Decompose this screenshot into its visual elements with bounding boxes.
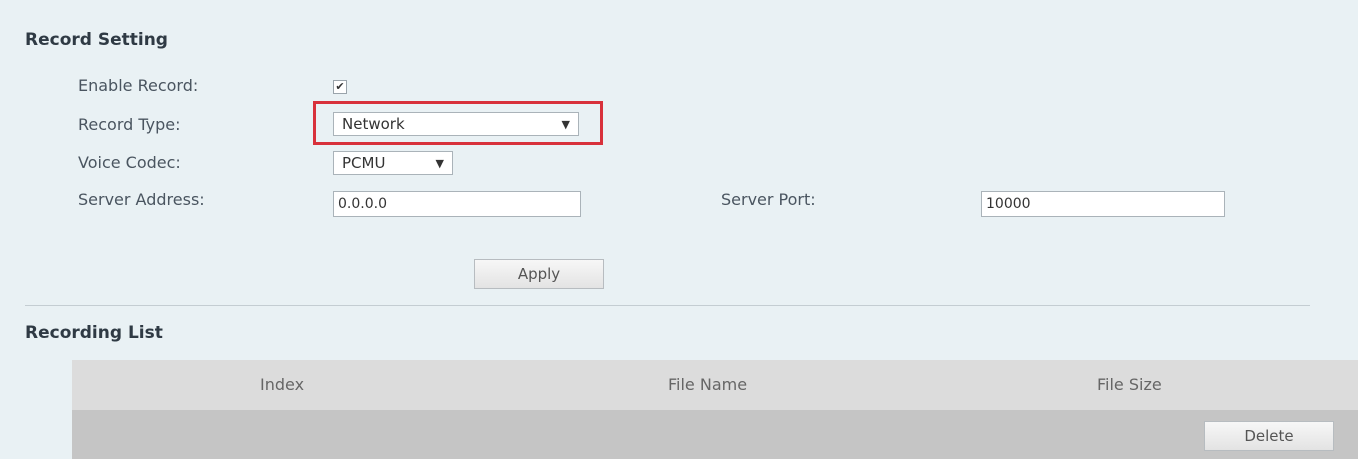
checkmark-icon: ✔ — [335, 80, 345, 93]
server-port-label: Server Port: — [721, 190, 816, 209]
recording-list-actions-row: Delete — [72, 410, 1358, 459]
section-divider — [25, 305, 1310, 306]
server-address-label: Server Address: — [78, 190, 205, 209]
voice-codec-label: Voice Codec: — [78, 153, 181, 172]
record-type-value: Network — [342, 115, 405, 133]
column-header-index: Index — [260, 375, 305, 394]
server-address-input[interactable]: 0.0.0.0 — [333, 191, 581, 217]
column-header-file-name: File Name — [668, 375, 748, 394]
dropdown-arrow-icon: ▼ — [561, 118, 570, 131]
recording-list-title: Recording List — [25, 323, 163, 343]
record-type-label: Record Type: — [78, 115, 181, 134]
column-header-file-size: File Size — [1097, 375, 1162, 394]
record-settings-page: Record Setting Enable Record: ✔ Record T… — [0, 0, 1358, 459]
server-port-input[interactable]: 10000 — [981, 191, 1225, 217]
apply-button[interactable]: Apply — [474, 259, 604, 289]
enable-record-label: Enable Record: — [78, 76, 199, 95]
dropdown-arrow-icon: ▼ — [435, 157, 444, 170]
voice-codec-select[interactable]: PCMU ▼ — [333, 151, 453, 175]
enable-record-checkbox[interactable]: ✔ — [333, 80, 347, 94]
voice-codec-value: PCMU — [342, 154, 386, 172]
recording-list-header: Index File Name File Size — [72, 360, 1358, 410]
record-type-select[interactable]: Network ▼ — [333, 112, 579, 136]
delete-button[interactable]: Delete — [1204, 421, 1334, 451]
record-setting-title: Record Setting — [25, 30, 168, 50]
